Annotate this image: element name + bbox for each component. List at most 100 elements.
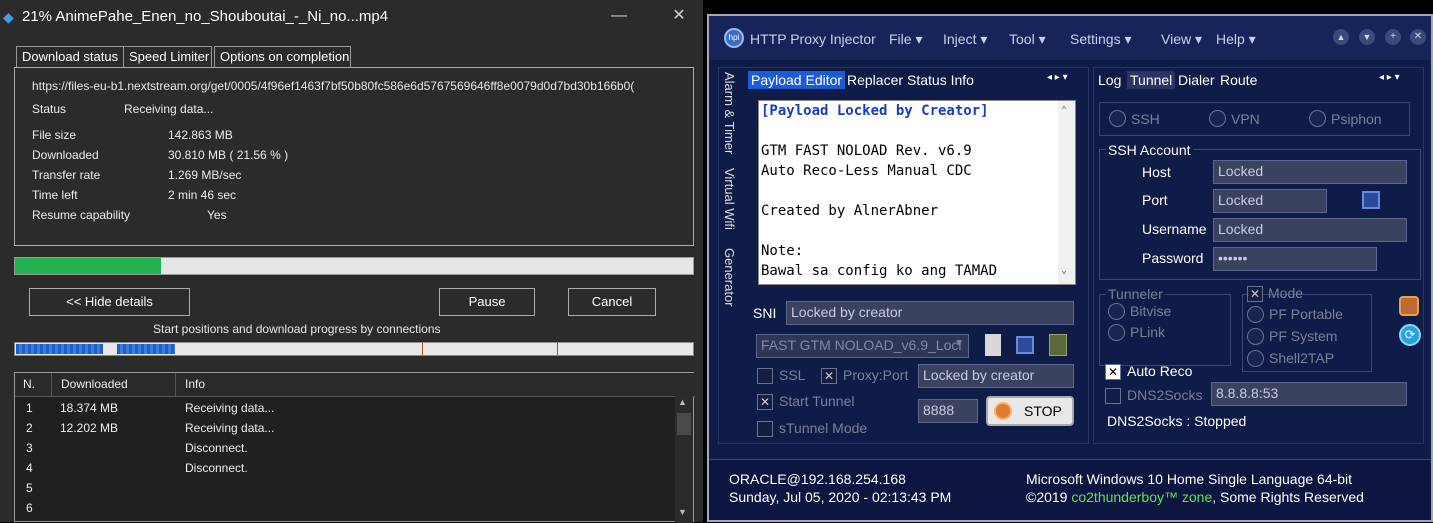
shell2tap-radio[interactable] — [1247, 350, 1264, 367]
copyright-text: ©2019 co2thunderboy™ zone, Some Rights R… — [1026, 489, 1364, 505]
port-input[interactable]: 8888 — [918, 399, 978, 423]
tab-dialer[interactable]: Dialer — [1178, 72, 1215, 88]
hide-details-button[interactable]: << Hide details — [29, 288, 190, 316]
new-file-icon[interactable] — [985, 334, 1001, 356]
ssl-label: SSL — [779, 367, 806, 383]
sni-input[interactable]: Locked by creator — [786, 301, 1074, 325]
pf-system-radio[interactable] — [1247, 328, 1264, 345]
scroll-up-icon[interactable]: ▲ — [678, 397, 687, 407]
dns2socks-checkbox[interactable] — [1105, 388, 1121, 404]
tab-scroll-arrows-icon[interactable]: ◂ ▸ ▾ — [1379, 72, 1400, 83]
vpn-radio[interactable] — [1209, 110, 1226, 127]
menu-inject[interactable]: Inject ▾ — [943, 31, 987, 48]
config-select[interactable]: FAST GTM NOLOAD_v6.9_Locl ▼ — [756, 334, 969, 358]
tab-scroll-arrows-icon[interactable]: ◂ ▸ ▾ — [1047, 72, 1068, 83]
menu-view[interactable]: View ▾ — [1161, 31, 1202, 48]
resume-label: Resume capability — [32, 208, 131, 222]
tab-alarm-timer[interactable]: Alarm & Timer — [722, 72, 737, 154]
stunnel-mode-checkbox[interactable] — [757, 421, 773, 437]
tab-speed-limiter[interactable]: Speed Limiter — [123, 46, 212, 68]
resume-value: Yes — [207, 208, 227, 222]
dns2socks-status: DNS2Socks : Stopped — [1107, 413, 1247, 429]
stop-icon — [994, 402, 1012, 420]
row-number: 2 — [26, 421, 33, 435]
status-label: Status — [32, 102, 67, 116]
app-icon: ◆ — [3, 9, 14, 25]
start-tunnel-checkbox[interactable]: ✕ — [757, 394, 773, 410]
pf-portable-radio[interactable] — [1247, 306, 1264, 323]
menu-file[interactable]: File ▾ — [889, 31, 922, 48]
row-number: 6 — [26, 501, 33, 515]
tab-route[interactable]: Route — [1220, 72, 1257, 88]
close-icon[interactable]: ✕ — [1410, 29, 1426, 45]
tab-log[interactable]: Log — [1098, 72, 1121, 88]
tab-tunnel[interactable]: Tunnel — [1127, 71, 1176, 89]
connection-start-marker — [557, 343, 558, 355]
row-number: 3 — [26, 441, 33, 455]
trash-icon[interactable] — [1049, 334, 1067, 356]
tab-payload-editor[interactable]: Payload Editor — [748, 71, 846, 89]
column-header-n[interactable]: N. — [23, 377, 35, 391]
download-progress-bar — [14, 257, 694, 275]
stop-button[interactable]: STOP — [986, 396, 1074, 426]
scrollbar-thumb[interactable] — [677, 413, 691, 435]
table-scrollbar[interactable]: ▲ ▼ — [675, 395, 693, 523]
app-logo-icon: hpi — [724, 28, 744, 48]
bitvise-radio[interactable] — [1108, 303, 1125, 320]
tab-virtual-wifi[interactable]: Virtual Wifi — [722, 168, 737, 230]
password-input[interactable]: •••••• — [1213, 247, 1377, 271]
proxy-input[interactable]: Locked by creator — [918, 364, 1074, 388]
time-left-value: 2 min 46 sec — [168, 188, 237, 202]
tab-generator[interactable]: Generator — [722, 248, 737, 307]
minimize-icon[interactable]: — — [604, 4, 634, 28]
ssl-checkbox[interactable] — [757, 368, 773, 384]
power-icon[interactable] — [1399, 296, 1419, 316]
column-header-downloaded[interactable]: Downloaded — [61, 377, 128, 391]
maximize-icon[interactable]: + — [1385, 29, 1401, 45]
column-separator[interactable] — [175, 373, 176, 397]
menu-help[interactable]: Help ▾ — [1216, 31, 1256, 48]
tab-replacer[interactable]: Replacer — [847, 72, 903, 88]
tunneler-label: Tunneler — [1106, 286, 1165, 302]
username-input[interactable]: Locked — [1213, 218, 1407, 242]
mode-options-label: Mode — [1268, 285, 1304, 301]
payload-editor[interactable]: [Payload Locked by Creator] GTM FAST NOL… — [758, 100, 1076, 285]
proxy-port-label: Proxy:Port — [843, 367, 909, 383]
psiphon-radio[interactable] — [1309, 110, 1326, 127]
save-icon[interactable] — [1016, 336, 1034, 354]
ssh-radio[interactable] — [1109, 110, 1126, 127]
pause-button[interactable]: Pause — [439, 288, 535, 316]
arrow-up-icon[interactable]: ▲ — [1333, 29, 1349, 45]
row-number: 1 — [26, 401, 33, 415]
auto-reco-checkbox[interactable]: ✕ — [1105, 364, 1121, 380]
host-input[interactable]: Locked — [1213, 160, 1407, 184]
tab-download-status[interactable]: Download status — [16, 46, 124, 68]
port-field[interactable]: Locked — [1213, 189, 1327, 213]
dns-input[interactable]: 8.8.8.8:53 — [1211, 382, 1407, 406]
column-separator[interactable] — [51, 373, 52, 397]
stop-label: STOP — [1024, 403, 1062, 419]
proxy-port-checkbox[interactable]: ✕ — [821, 368, 837, 384]
cancel-button[interactable]: Cancel — [568, 288, 656, 316]
tab-status-info[interactable]: Status Info — [907, 72, 974, 88]
payload-scrollbar[interactable]: ⌃ ⌄ — [1058, 101, 1075, 284]
plink-radio[interactable] — [1108, 324, 1125, 341]
mode-checkbox[interactable]: ✕ — [1247, 286, 1263, 302]
menu-tool[interactable]: Tool ▾ — [1009, 31, 1046, 48]
close-icon[interactable]: ✕ — [664, 4, 694, 28]
chevron-down-icon: ▼ — [954, 338, 964, 349]
menu-settings[interactable]: Settings ▾ — [1070, 31, 1132, 48]
minimize-icon[interactable]: ▼ — [1359, 29, 1375, 45]
tab-options-on-completion[interactable]: Options on completion — [214, 46, 351, 68]
scroll-down-icon[interactable]: ⌄ — [1061, 265, 1067, 276]
host-label: Host — [1142, 164, 1171, 180]
scroll-up-icon[interactable]: ⌃ — [1061, 105, 1067, 116]
payload-line: Created by AlnerAbner — [761, 203, 939, 219]
save-icon[interactable] — [1362, 191, 1380, 209]
scroll-down-icon[interactable]: ▼ — [678, 507, 687, 517]
proxy-injector-window: hpi HTTP Proxy Injector File ▾ Inject ▾ … — [707, 14, 1433, 522]
dns2socks-label: DNS2Socks — [1127, 387, 1203, 403]
datetime-text: Sunday, Jul 05, 2020 - 02:13:43 PM — [729, 489, 952, 505]
refresh-icon[interactable]: ⟳ — [1399, 324, 1421, 346]
column-header-info[interactable]: Info — [185, 377, 205, 391]
